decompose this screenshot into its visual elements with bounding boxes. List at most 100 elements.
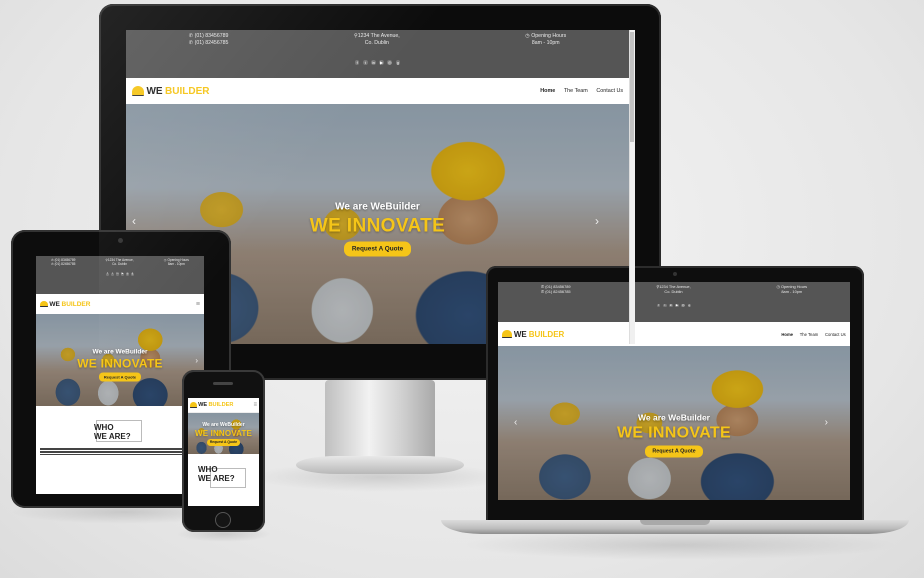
helmet-logo-icon xyxy=(40,300,48,308)
request-quote-button[interactable]: Request A Quote xyxy=(206,438,241,446)
phone-number-2[interactable]: (01) 82456785 xyxy=(195,40,229,46)
slider-prev-arrow[interactable]: ‹ xyxy=(132,214,136,228)
hero-title: WE INNOVATE xyxy=(309,215,446,237)
about-section: WHO WE ARE? xyxy=(188,454,259,506)
google-plus-icon[interactable]: g xyxy=(395,60,401,65)
clock-icon: ◷ xyxy=(525,32,530,39)
nav-links: Home The Team Contact Us xyxy=(540,88,623,94)
social-links: f t in ▶ ◎ g xyxy=(90,272,150,276)
facebook-icon[interactable]: f xyxy=(106,272,109,276)
nav-home[interactable]: Home xyxy=(781,332,793,337)
phone-home-button[interactable] xyxy=(215,512,231,528)
phone-number-1[interactable]: (01) 83456789 xyxy=(545,284,570,289)
twitter-icon[interactable]: t xyxy=(111,272,114,276)
twitter-icon[interactable]: t xyxy=(663,304,667,308)
logo-we: WE xyxy=(146,85,163,97)
address-line-2: Co. Dublin xyxy=(664,289,683,295)
nav-contact-us[interactable]: Contact Us xyxy=(596,88,623,94)
monitor-stand xyxy=(325,380,435,460)
facebook-icon[interactable]: f xyxy=(354,60,360,65)
topbar: ✆ (01) 83456789 ✆ (01) 82456785 ⚲1234 Th… xyxy=(126,30,629,78)
linkedin-icon[interactable]: in xyxy=(669,304,673,308)
slider-next-arrow[interactable]: › xyxy=(825,417,828,428)
menu-icon[interactable]: ≡ xyxy=(196,301,200,308)
phone-number-1[interactable]: (01) 83456789 xyxy=(195,33,229,39)
monitor-scrollbar-thumb[interactable] xyxy=(630,32,634,142)
about-title: WHO WE ARE? xyxy=(40,423,200,442)
hours-block: ◷ Opening Hours 8am - 10pm xyxy=(164,258,189,267)
hours-block: ◷ Opening Hours 8am - 10pm xyxy=(776,284,807,295)
menu-icon[interactable]: ≡ xyxy=(253,402,257,408)
logo[interactable]: WE BUILDER xyxy=(131,85,210,97)
phone-icon: ✆ xyxy=(540,289,545,295)
twitter-icon[interactable]: t xyxy=(363,60,368,65)
logo-we: WE xyxy=(513,329,527,339)
linkedin-icon[interactable]: in xyxy=(116,272,119,276)
navbar: WE BUILDER ≡ xyxy=(36,294,204,314)
about-paragraph xyxy=(40,447,200,455)
request-quote-button[interactable]: Request A Quote xyxy=(645,445,703,458)
about-section: WHO WE ARE? xyxy=(36,406,204,494)
nav-home[interactable]: Home xyxy=(540,88,555,94)
slider-next-arrow[interactable]: › xyxy=(195,356,198,365)
contact-row: ✆ (01) 83456789 ✆ (01) 82456785 ⚲1234 Th… xyxy=(36,256,204,266)
request-quote-button[interactable]: Request A Quote xyxy=(98,372,142,382)
facebook-icon[interactable]: f xyxy=(657,304,661,308)
social-links: f t in ▶ ◎ g xyxy=(126,60,629,65)
phone-number-2[interactable]: (01) 82456785 xyxy=(55,262,76,266)
hero-subtitle: We are WeBuilder xyxy=(335,201,420,213)
request-quote-button[interactable]: Request A Quote xyxy=(343,241,412,257)
logo[interactable]: WE BUILDER xyxy=(502,330,564,339)
google-plus-icon[interactable]: g xyxy=(687,304,691,308)
address-line-2: Co. Dublin xyxy=(364,39,389,46)
nav-contact-us[interactable]: Contact Us xyxy=(825,332,846,337)
instagram-icon[interactable]: ◎ xyxy=(681,304,685,308)
address-block: ⚲1234 The Avenue, Co. Dublin xyxy=(354,33,400,47)
slider-prev-arrow[interactable]: ‹ xyxy=(514,417,517,428)
phone-icon: ✆ xyxy=(540,284,545,290)
contact-row: ✆ (01) 83456789 ✆ (01) 82456785 ⚲1234 Th… xyxy=(126,30,629,47)
youtube-icon[interactable]: ▶ xyxy=(121,272,124,276)
hero-subtitle: We are WeBuilder xyxy=(202,421,245,428)
logo-we: WE xyxy=(198,402,208,408)
phone-website: WE BUILDER ≡ We are WeBuilder WE INNOVATE… xyxy=(188,398,259,506)
logo-builder: BUILDER xyxy=(61,300,91,308)
contact-row: ✆ (01) 83456789 ✆ (01) 82456785 ⚲1234 Th… xyxy=(498,282,850,295)
laptop-website: ✆ (01) 83456789 ✆ (01) 82456785 ⚲1234 Th… xyxy=(498,282,850,500)
about-title-line-2: WE ARE? xyxy=(198,473,235,483)
hero-title: WE INNOVATE xyxy=(616,424,732,442)
clock-icon: ◷ xyxy=(776,284,780,290)
nav-the-team[interactable]: The Team xyxy=(800,332,819,337)
hero-slider: We are WeBuilder WE INNOVATE Request A Q… xyxy=(36,314,204,406)
topbar: ✆ (01) 83456789 ✆ (01) 82456785 ⚲1234 Th… xyxy=(498,282,850,322)
phone-block: ✆ (01) 83456789 ✆ (01) 82456785 xyxy=(541,284,571,295)
address-block: ⚲1234 The Avenue, Co. Dublin xyxy=(106,258,134,267)
laptop-camera xyxy=(673,272,677,276)
youtube-icon[interactable]: ▶ xyxy=(379,60,384,65)
nav-links: Home The Team Contact Us xyxy=(781,332,845,337)
hero-text: We are WeBuilder WE INNOVATE Request A Q… xyxy=(36,348,204,382)
logo-builder: BUILDER xyxy=(165,85,210,97)
google-plus-icon[interactable]: g xyxy=(131,272,134,276)
hero-text: We are WeBuilder WE INNOVATE Request A Q… xyxy=(126,201,629,257)
instagram-icon[interactable]: ◎ xyxy=(387,60,392,65)
phone-number-2[interactable]: (01) 82456785 xyxy=(545,289,570,294)
tablet-website: ✆ (01) 83456789 ✆ (01) 82456785 ⚲1234 Th… xyxy=(36,256,204,494)
address-block: ⚲1234 The Avenue, Co. Dublin xyxy=(656,284,690,295)
navbar: WE BUILDER ≡ xyxy=(188,398,259,413)
logo-builder: BUILDER xyxy=(208,402,234,408)
hero-title: WE INNOVATE xyxy=(194,428,253,438)
linkedin-icon[interactable]: in xyxy=(371,60,376,65)
hero-text: We are WeBuilder WE INNOVATE Request A Q… xyxy=(498,413,850,458)
laptop-notch xyxy=(640,520,710,525)
logo[interactable]: WE BUILDER xyxy=(190,402,233,408)
logo[interactable]: WE BUILDER xyxy=(40,301,90,308)
nav-the-team[interactable]: The Team xyxy=(564,88,588,94)
youtube-icon[interactable]: ▶ xyxy=(675,304,679,308)
phone-icon: ✆ xyxy=(188,32,194,39)
navbar: WE BUILDER Home The Team Contact Us xyxy=(498,322,850,346)
slider-next-arrow[interactable]: › xyxy=(595,214,599,228)
phone-icon: ✆ xyxy=(51,262,54,267)
hero-title: WE INNOVATE xyxy=(77,356,163,371)
instagram-icon[interactable]: ◎ xyxy=(126,272,129,276)
